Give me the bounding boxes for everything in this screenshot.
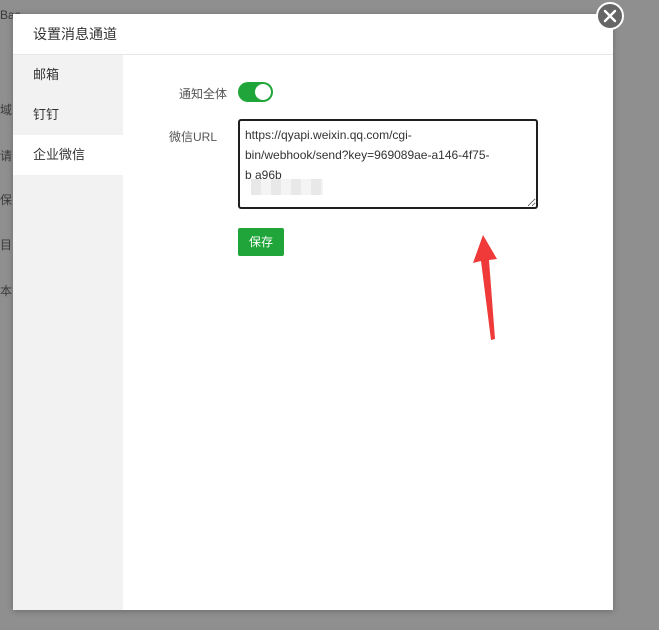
toggle-knob <box>255 84 271 100</box>
wechat-url-label: 微信URL <box>168 130 217 144</box>
close-icon <box>603 9 617 23</box>
bg-text-2: 请 <box>0 149 13 163</box>
sidebar-item-dingtalk[interactable]: 钉钉 <box>13 95 123 135</box>
channel-sidebar: 邮箱 钉钉 企业微信 <box>13 55 123 610</box>
bg-text-1: 域 <box>0 103 13 117</box>
wechat-url-textarea[interactable]: https://qyapi.weixin.qq.com/cgi- bin/web… <box>238 119 538 209</box>
channel-settings-form: 通知全体 微信URL https://qyapi.weixin.qq.com/c… <box>123 55 613 610</box>
annotation-arrow-icon <box>473 235 497 340</box>
modal-title: 设置消息通道 <box>13 14 613 55</box>
save-button[interactable]: 保存 <box>238 228 284 256</box>
url-line-2: bin/webhook/send?key=969089ae-a146-4f75- <box>245 148 490 162</box>
bg-text-4: 目 <box>0 238 13 252</box>
message-channel-modal: 设置消息通道 邮箱 钉钉 企业微信 通知全体 微信URL https://qya… <box>13 14 613 610</box>
notify-all-label: 通知全体 <box>178 87 227 101</box>
url-line-1: https://qyapi.weixin.qq.com/cgi- <box>245 128 412 142</box>
bg-text-3: 保 <box>0 193 13 207</box>
redaction-mask <box>251 179 323 195</box>
sidebar-item-wecom[interactable]: 企业微信 <box>13 135 123 175</box>
notify-all-toggle[interactable] <box>238 82 273 102</box>
close-button[interactable] <box>596 2 624 30</box>
sidebar-item-email[interactable]: 邮箱 <box>13 55 123 95</box>
bg-text-5: 本 <box>0 284 13 298</box>
